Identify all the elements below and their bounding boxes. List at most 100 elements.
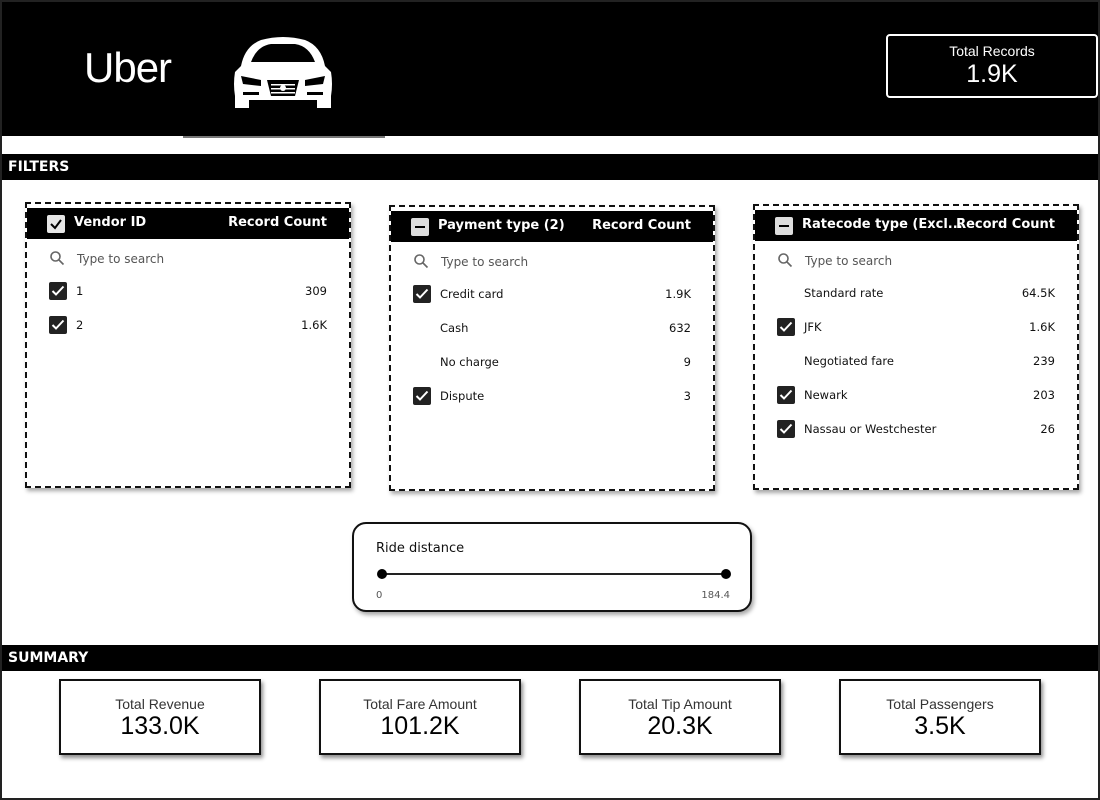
total-revenue-value: 133.0K [120, 712, 200, 740]
list-item-label: 1 [76, 284, 84, 298]
list-item[interactable]: Negotiated fare 239 [755, 352, 1077, 386]
list-item-label: 2 [76, 318, 84, 332]
list-item[interactable]: 2 1.6K [27, 316, 349, 350]
list-item[interactable]: Standard rate 64.5K [755, 284, 1077, 318]
list-item-label: Nassau or Westchester [804, 422, 937, 436]
list-item-count: 239 [1033, 354, 1055, 368]
payment-search-placeholder: Type to search [441, 255, 529, 269]
list-item-count: 203 [1033, 388, 1055, 402]
vendor-panel-header: Vendor ID Record Count [27, 208, 349, 239]
vendor-search-input[interactable]: Type to search [47, 248, 327, 270]
list-item-label: Negotiated fare [804, 354, 894, 368]
vendor-count-header: Record Count [228, 215, 327, 230]
ratecode-list: Standard rate 64.5K JFK 1.6K Negotiated fare… [755, 284, 1077, 454]
car-icon [234, 37, 332, 108]
total-records-card: Total Records 1.9K [886, 34, 1098, 98]
checkbox-checked[interactable] [49, 282, 67, 300]
list-item[interactable]: Credit card 1.9K [391, 285, 713, 319]
check-icon [51, 285, 65, 296]
list-item-count: 1.6K [301, 318, 327, 332]
list-item-label: Credit card [440, 287, 504, 301]
list-item-count: 1.6K [1029, 320, 1055, 334]
check-icon [779, 321, 793, 332]
list-item-label: Cash [440, 321, 469, 335]
checkbox-checked[interactable] [413, 285, 431, 303]
total-revenue-label: Total Revenue [115, 696, 205, 712]
list-item[interactable]: 1 309 [27, 282, 349, 316]
ratecode-search-input[interactable]: Type to search [775, 250, 1055, 272]
total-fare-card: Total Fare Amount 101.2K [319, 679, 521, 755]
ride-distance-label: Ride distance [376, 541, 465, 556]
check-icon [51, 319, 65, 330]
checkbox-checked[interactable] [49, 316, 67, 334]
list-item[interactable]: Newark 203 [755, 386, 1077, 420]
list-item-label: No charge [440, 355, 499, 369]
ratecode-panel-header: Ratecode type (Excl... Record Count [755, 210, 1077, 241]
ride-distance-min-handle[interactable] [377, 569, 387, 579]
uber-logo: Uber [84, 44, 172, 91]
list-item-count: 309 [305, 284, 327, 298]
total-passengers-card: Total Passengers 3.5K [839, 679, 1041, 755]
list-item-count: 632 [669, 321, 691, 335]
check-icon [779, 389, 793, 400]
total-records-label: Total Records [949, 43, 1035, 59]
list-item[interactable]: Dispute 3 [391, 387, 713, 421]
list-item-count: 26 [1040, 422, 1055, 436]
filters-section-title: FILTERS [0, 154, 1100, 180]
vendor-filter-panel: Vendor ID Record Count Type to search 1 3… [25, 202, 351, 488]
payment-count-header: Record Count [592, 218, 691, 233]
list-item-label: JFK [804, 320, 822, 334]
list-item-label: Dispute [440, 389, 485, 403]
total-fare-label: Total Fare Amount [363, 696, 477, 712]
list-item-label: Standard rate [804, 286, 884, 300]
list-item-count: 9 [683, 355, 691, 369]
search-icon [778, 253, 793, 268]
total-records-value: 1.9K [966, 60, 1018, 88]
total-passengers-label: Total Passengers [886, 696, 994, 712]
ride-distance-min-value: 0 [376, 590, 383, 601]
ratecode-filter-panel: Ratecode type (Excl... Record Count Type… [753, 204, 1079, 490]
ratecode-select-all-checkbox[interactable] [775, 217, 793, 235]
list-item[interactable]: JFK 1.6K [755, 318, 1077, 352]
payment-search-input[interactable]: Type to search [411, 251, 691, 273]
header-banner: Uber Total Records 1.9K [0, 0, 1100, 138]
check-icon [779, 423, 793, 434]
ratecode-search-placeholder: Type to search [805, 254, 893, 268]
ride-distance-track[interactable] [381, 573, 727, 575]
total-passengers-value: 3.5K [914, 712, 966, 740]
list-item[interactable]: Cash 632 [391, 319, 713, 353]
list-item-label: Newark [804, 388, 848, 402]
payment-filter-panel: Payment type (2) Record Count Type to se… [389, 205, 715, 491]
vendor-panel-title: Vendor ID [74, 215, 147, 230]
ride-distance-slider-card: Ride distance 0 184.4 [352, 522, 752, 612]
vendor-list: 1 309 2 1.6K [27, 282, 349, 350]
checkbox-checked[interactable] [777, 420, 795, 438]
summary-section-title: SUMMARY [0, 645, 1100, 671]
payment-select-all-checkbox[interactable] [411, 218, 429, 236]
check-icon [415, 288, 429, 299]
check-icon [50, 219, 62, 230]
total-tip-card: Total Tip Amount 20.3K [579, 679, 781, 755]
checkbox-checked[interactable] [777, 318, 795, 336]
payment-panel-title: Payment type (2) [438, 218, 565, 233]
search-icon [50, 251, 65, 266]
search-icon [414, 254, 429, 269]
list-item[interactable]: Nassau or Westchester 26 [755, 420, 1077, 454]
checkbox-checked[interactable] [413, 387, 431, 405]
list-item[interactable]: No charge 9 [391, 353, 713, 387]
payment-list: Credit card 1.9K Cash 632 No charge 9 Dispute 3 [391, 285, 713, 421]
list-item-count: 64.5K [1021, 286, 1055, 300]
list-item-count: 1.9K [665, 287, 691, 301]
list-item-count: 3 [683, 389, 691, 403]
car-image [183, 6, 385, 138]
ride-distance-max-handle[interactable] [721, 569, 731, 579]
payment-panel-header: Payment type (2) Record Count [391, 211, 713, 242]
ratecode-count-header: Record Count [956, 217, 1055, 232]
total-fare-value: 101.2K [380, 712, 460, 740]
check-icon [415, 390, 429, 401]
checkbox-checked[interactable] [777, 386, 795, 404]
vendor-select-all-checkbox[interactable] [47, 215, 65, 233]
total-tip-value: 20.3K [647, 712, 713, 740]
ratecode-panel-title: Ratecode type (Excl... [802, 217, 963, 232]
ride-distance-max-value: 184.4 [701, 590, 730, 601]
